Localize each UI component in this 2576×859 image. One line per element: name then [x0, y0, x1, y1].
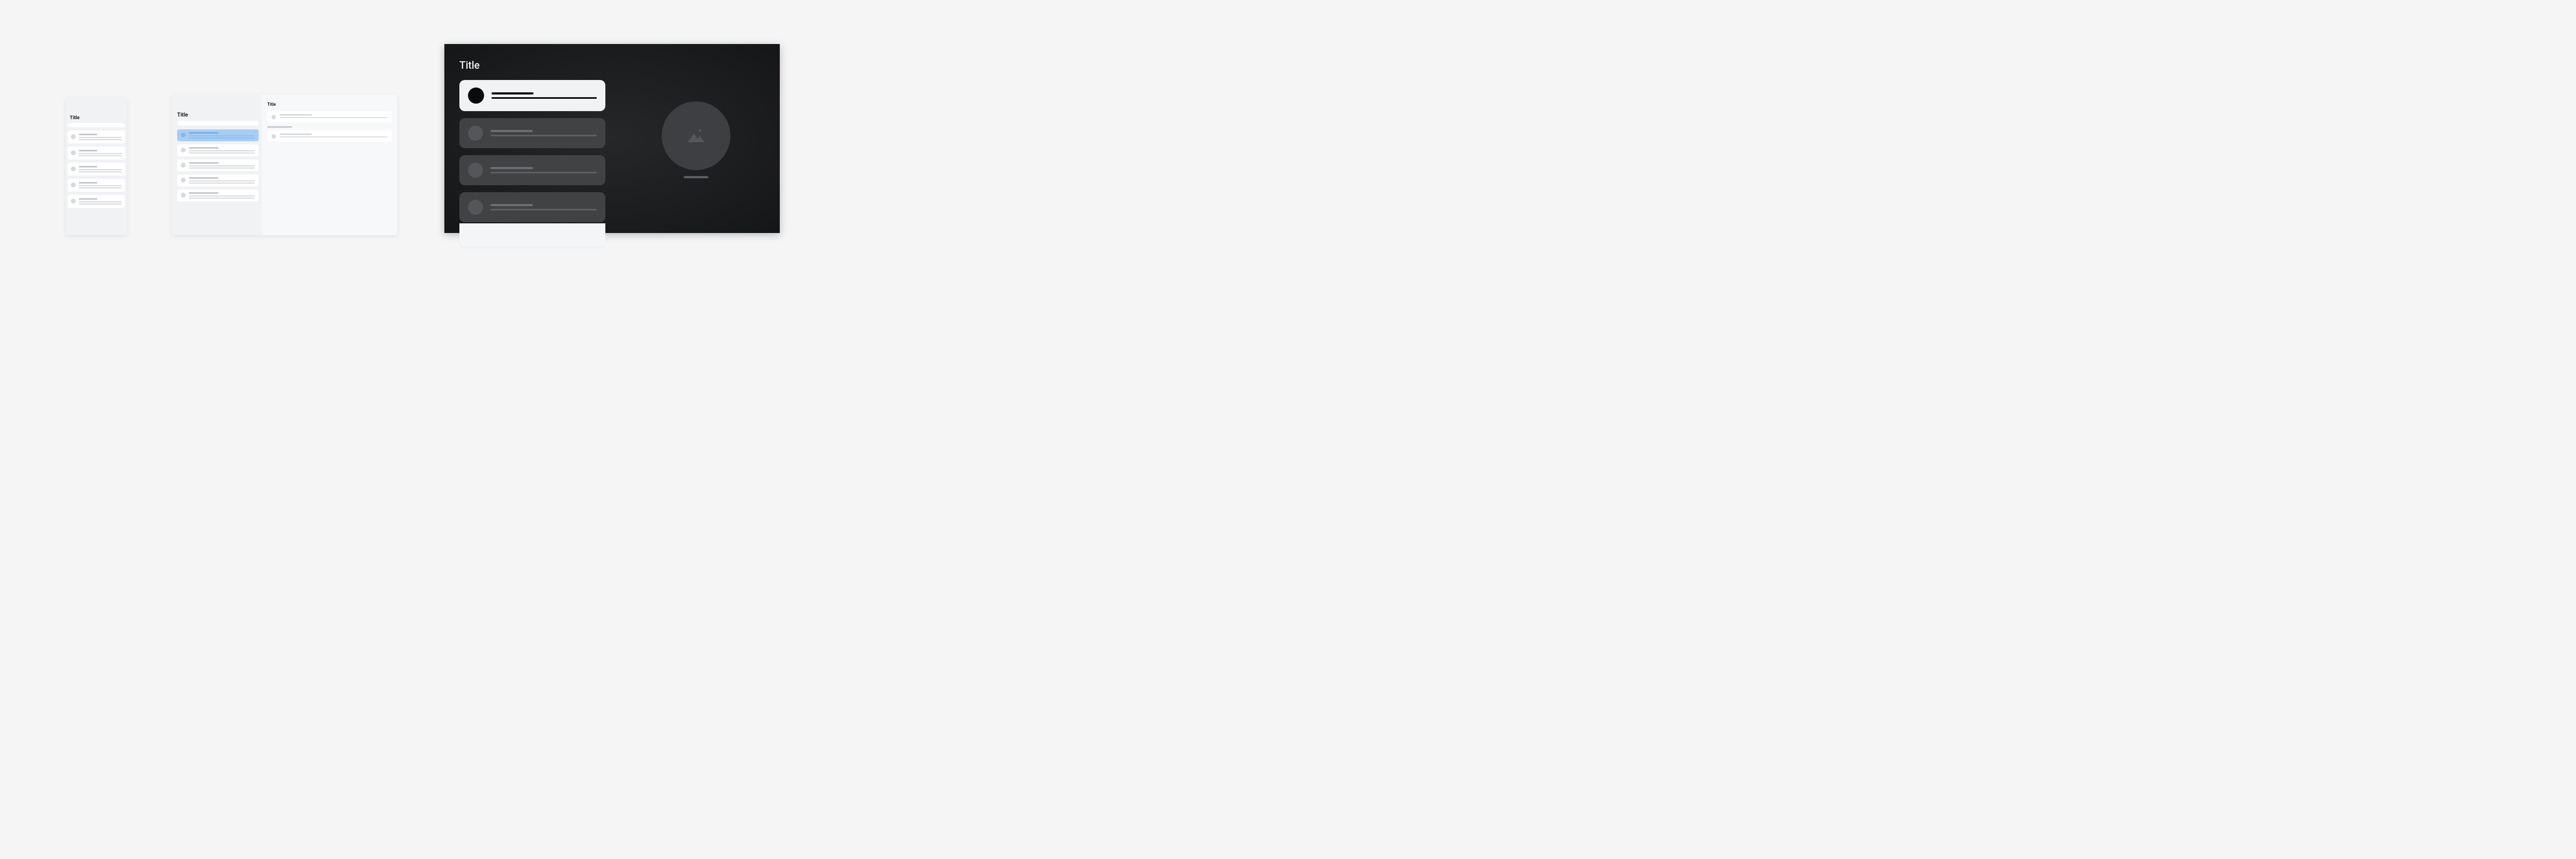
avatar — [468, 163, 483, 178]
detail-item-text — [280, 114, 387, 118]
tv-right-column — [605, 44, 780, 233]
tv-list-item-text — [491, 167, 597, 173]
tablet-split-panel: Title — [172, 94, 397, 235]
list-item[interactable] — [177, 159, 259, 171]
avatar — [468, 126, 483, 141]
detail-sublabel — [267, 126, 292, 128]
avatar — [272, 115, 276, 119]
list-item[interactable] — [177, 190, 259, 201]
avatar — [181, 133, 186, 137]
mobile-list-panel: Title — [65, 98, 127, 235]
tv-title: Title — [459, 59, 605, 71]
avatar — [468, 88, 484, 104]
list-item-text — [189, 162, 255, 169]
detail-item[interactable] — [267, 111, 392, 122]
tablet-left-column: Title — [172, 94, 262, 235]
list-item-text — [79, 182, 122, 188]
list-item-text — [79, 198, 122, 205]
list-item-text — [79, 150, 122, 156]
mobile-search-pill[interactable] — [68, 123, 125, 127]
tablet-left-title: Title — [177, 112, 259, 118]
list-item[interactable] — [177, 174, 259, 186]
avatar — [71, 199, 76, 203]
avatar — [181, 193, 186, 198]
list-item[interactable] — [68, 195, 125, 208]
avatar — [468, 200, 483, 215]
list-item[interactable] — [68, 179, 125, 192]
list-item-text — [189, 132, 255, 139]
list-item-text — [79, 134, 122, 140]
tv-overflow-list — [459, 223, 605, 246]
image-placeholder-circle — [662, 101, 730, 170]
tv-list-item[interactable] — [459, 155, 605, 185]
tablet-search-pill[interactable] — [177, 121, 259, 126]
avatar — [71, 150, 76, 155]
image-icon — [687, 129, 705, 142]
list-item-text — [189, 147, 255, 154]
list-item-text — [189, 177, 255, 184]
tv-list-item-focused[interactable] — [459, 80, 605, 111]
avatar — [272, 134, 276, 139]
detail-item[interactable] — [267, 130, 392, 142]
tablet-right-title: Title — [267, 102, 392, 107]
list-item-selected[interactable] — [177, 129, 259, 141]
tv-list-item[interactable] — [459, 118, 605, 148]
detail-item-text — [280, 134, 387, 137]
tv-left-column: Title — [444, 44, 605, 233]
avatar — [71, 166, 76, 171]
avatar — [181, 148, 186, 152]
tv-list-item-text — [491, 130, 597, 136]
avatar — [181, 163, 186, 168]
avatar — [181, 178, 186, 183]
tv-list-item-text — [492, 92, 597, 99]
tv-panel: Title — [444, 44, 780, 233]
list-item[interactable] — [68, 147, 125, 159]
avatar — [71, 134, 76, 139]
mobile-title: Title — [65, 98, 127, 123]
tv-list-item-text — [491, 204, 597, 210]
tv-list-item[interactable] — [459, 192, 605, 222]
list-item-text — [189, 192, 255, 199]
list-item-text — [79, 166, 122, 172]
tablet-right-column: Title — [262, 94, 397, 235]
list-item[interactable] — [68, 163, 125, 176]
image-caption — [684, 176, 708, 178]
list-item[interactable] — [177, 144, 259, 156]
list-item[interactable] — [68, 130, 125, 143]
avatar — [71, 183, 76, 187]
